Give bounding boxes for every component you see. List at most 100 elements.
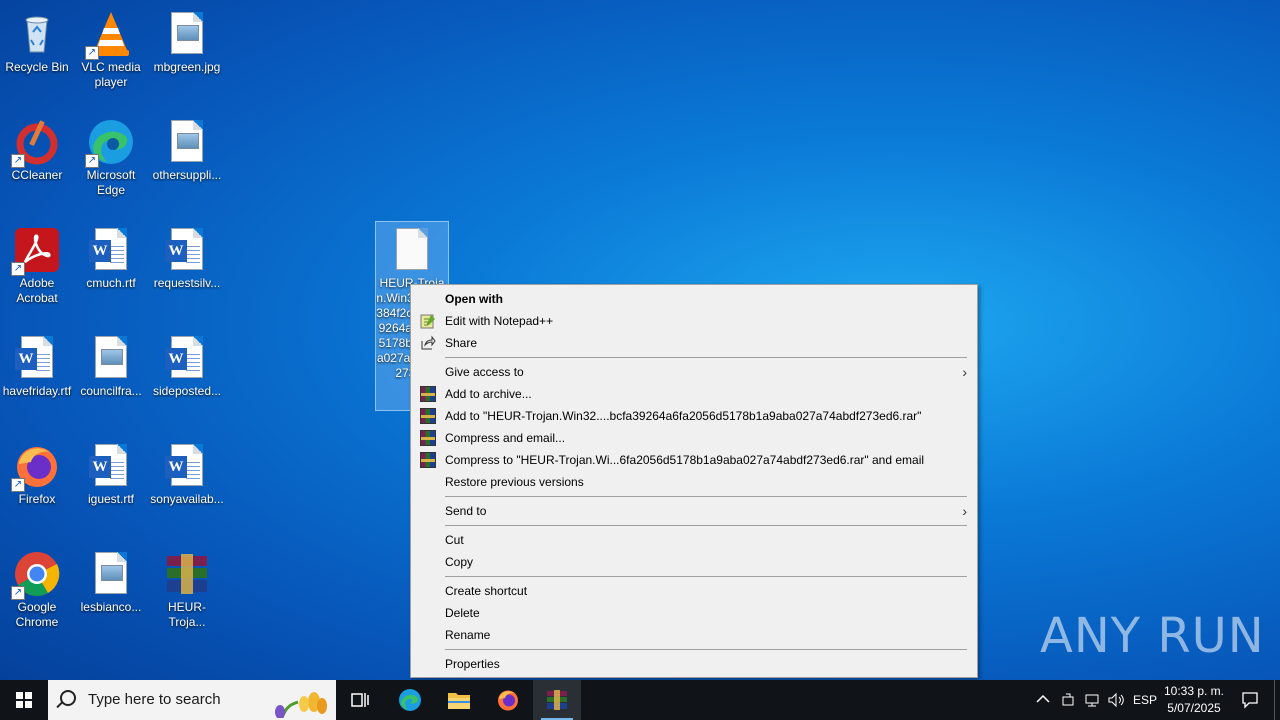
- desktop-icon-sonyavailab[interactable]: W sonyavailab...: [150, 438, 224, 507]
- tray-meet-now-button[interactable]: [1058, 680, 1078, 720]
- desktop-icon-heur-trojan-rar[interactable]: HEUR-Troja...: [150, 546, 224, 630]
- desktop-icon-label: VLC media player: [81, 60, 141, 89]
- taskbar-file-explorer-button[interactable]: [435, 680, 483, 720]
- show-desktop-button[interactable]: [1274, 680, 1280, 720]
- desktop-icon-sideposted[interactable]: W sideposted...: [150, 330, 224, 399]
- menu-item-share[interactable]: Share: [413, 332, 975, 354]
- desktop-icon-adobe-acrobat[interactable]: ↗ Adobe Acrobat: [0, 222, 74, 306]
- chrome-icon: ↗: [11, 550, 61, 600]
- desktop-icon-firefox[interactable]: ↗ Firefox: [0, 438, 74, 507]
- word-document-icon: W: [87, 442, 135, 490]
- menu-item-delete[interactable]: Delete: [413, 602, 975, 624]
- adobe-acrobat-icon: ↗: [11, 226, 61, 276]
- desktop-icon-havefriday[interactable]: W havefriday.rtf: [0, 330, 74, 399]
- taskbar-winrar-button[interactable]: [533, 680, 581, 720]
- desktop-icon-recycle-bin[interactable]: Recycle Bin: [0, 6, 74, 75]
- menu-item-compress-email[interactable]: Compress and email...: [413, 427, 975, 449]
- taskbar-edge-button[interactable]: [386, 680, 434, 720]
- notepad-plus-plus-icon: [420, 313, 436, 329]
- desktop-icon-ccleaner[interactable]: ↗ CCleaner: [0, 114, 74, 183]
- menu-item-add-to-archive[interactable]: Add to archive...: [413, 383, 975, 405]
- action-center-button[interactable]: [1236, 680, 1266, 720]
- menu-separator: [445, 525, 967, 526]
- anyrun-watermark: ANY RUN: [1040, 608, 1265, 664]
- menu-separator: [445, 357, 967, 358]
- menu-item-edit-notepad[interactable]: Edit with Notepad++: [413, 310, 975, 332]
- desktop-icon-label: requestsilv...: [153, 276, 221, 290]
- desktop-icon-label: councilfra...: [80, 384, 142, 398]
- image-file-icon: [87, 550, 135, 598]
- menu-item-label: Cut: [445, 533, 464, 547]
- recycle-bin-icon: [13, 10, 61, 58]
- menu-item-rename[interactable]: Rename: [413, 624, 975, 646]
- search-icon: [60, 690, 76, 706]
- menu-item-open-with[interactable]: Open with: [413, 288, 975, 310]
- menu-item-label: Rename: [445, 628, 491, 642]
- desktop-icon-requestsilv[interactable]: W requestsilv...: [150, 222, 224, 291]
- desktop-icon-mbgreen[interactable]: mbgreen.jpg: [150, 6, 224, 75]
- desktop-icon-label: sonyavailab...: [150, 492, 224, 506]
- menu-item-send-to[interactable]: Send to ›: [413, 500, 975, 522]
- task-view-button[interactable]: [336, 680, 384, 720]
- image-file-icon: [163, 118, 211, 166]
- desktop-icon-lesbianco[interactable]: lesbianco...: [74, 546, 148, 615]
- shortcut-arrow-icon: ↗: [11, 262, 25, 276]
- desktop-icon-label: CCleaner: [11, 168, 63, 182]
- shortcut-arrow-icon: ↗: [11, 154, 25, 168]
- shortcut-arrow-icon: ↗: [11, 586, 25, 600]
- search-highlight-flowers-icon: [275, 692, 327, 718]
- tray-overflow-button[interactable]: [1034, 680, 1052, 720]
- edge-icon: ↗: [85, 118, 135, 168]
- menu-item-restore-previous[interactable]: Restore previous versions: [413, 471, 975, 493]
- tray-network-button[interactable]: [1082, 680, 1102, 720]
- winrar-icon: [420, 408, 436, 424]
- chevron-right-icon: ›: [962, 503, 967, 519]
- menu-item-label: Send to: [445, 504, 487, 518]
- taskbar-search-box[interactable]: Type here to search: [48, 680, 336, 720]
- desktop-icon-label: mbgreen.jpg: [153, 60, 221, 74]
- menu-item-label: Copy: [445, 555, 474, 569]
- desktop-icon-label: sideposted...: [152, 384, 222, 398]
- taskbar-firefox-button[interactable]: [484, 680, 532, 720]
- taskbar: Type here to search ESP 10:33 p. m. 5/07…: [0, 680, 1280, 720]
- clock-date: 5/07/2025: [1167, 701, 1221, 715]
- menu-item-label: Properties: [445, 657, 500, 671]
- clock-time: 10:33 p. m.: [1163, 684, 1225, 698]
- desktop-icon-label: Adobe Acrobat: [16, 276, 58, 305]
- desktop-icon-iguest[interactable]: W iguest.rtf: [74, 438, 148, 507]
- context-menu: Open with Edit with Notepad++ Share Give…: [410, 284, 978, 678]
- language-indicator[interactable]: ESP: [1132, 680, 1158, 720]
- desktop-icon-cmuch[interactable]: W cmuch.rtf: [74, 222, 148, 291]
- windows-logo-icon: [16, 692, 32, 708]
- desktop-icon-label: Recycle Bin: [5, 60, 69, 74]
- winrar-archive-icon: [163, 550, 211, 598]
- desktop-icon-google-chrome[interactable]: ↗ Google Chrome: [0, 546, 74, 630]
- shortcut-arrow-icon: ↗: [85, 154, 99, 168]
- start-button[interactable]: [0, 680, 48, 720]
- shortcut-arrow-icon: ↗: [11, 478, 25, 492]
- desktop-icon-vlc[interactable]: ↗ VLC media player: [74, 6, 148, 90]
- menu-item-give-access[interactable]: Give access to ›: [413, 361, 975, 383]
- menu-item-label: Restore previous versions: [445, 475, 584, 489]
- menu-item-copy[interactable]: Copy: [413, 551, 975, 573]
- menu-item-add-to-rar[interactable]: Add to "HEUR-Trojan.Win32....bcfa39264a6…: [413, 405, 975, 427]
- menu-item-cut[interactable]: Cut: [413, 529, 975, 551]
- menu-item-create-shortcut[interactable]: Create shortcut: [413, 580, 975, 602]
- share-icon: [420, 335, 436, 351]
- desktop-icon-othersuppli[interactable]: othersuppli...: [150, 114, 224, 183]
- desktop-icon-microsoft-edge[interactable]: ↗ Microsoft Edge: [74, 114, 148, 198]
- menu-item-label: Open with: [445, 292, 503, 306]
- ccleaner-icon: ↗: [11, 118, 61, 168]
- firefox-icon: [498, 690, 518, 711]
- chevron-right-icon: ›: [962, 364, 967, 380]
- network-icon: [1085, 694, 1099, 707]
- desktop-icon-label: Google Chrome: [15, 600, 59, 629]
- menu-item-compress-to-rar-email[interactable]: Compress to "HEUR-Trojan.Wi...6fa2056d51…: [413, 449, 975, 471]
- edge-icon: [399, 689, 421, 711]
- menu-item-properties[interactable]: Properties: [413, 653, 975, 675]
- desktop-icon-councilfra[interactable]: councilfra...: [74, 330, 148, 399]
- word-document-icon: W: [87, 226, 135, 274]
- menu-separator: [445, 496, 967, 497]
- clock[interactable]: 10:33 p. m. 5/07/2025: [1156, 683, 1232, 717]
- tray-volume-button[interactable]: [1105, 680, 1125, 720]
